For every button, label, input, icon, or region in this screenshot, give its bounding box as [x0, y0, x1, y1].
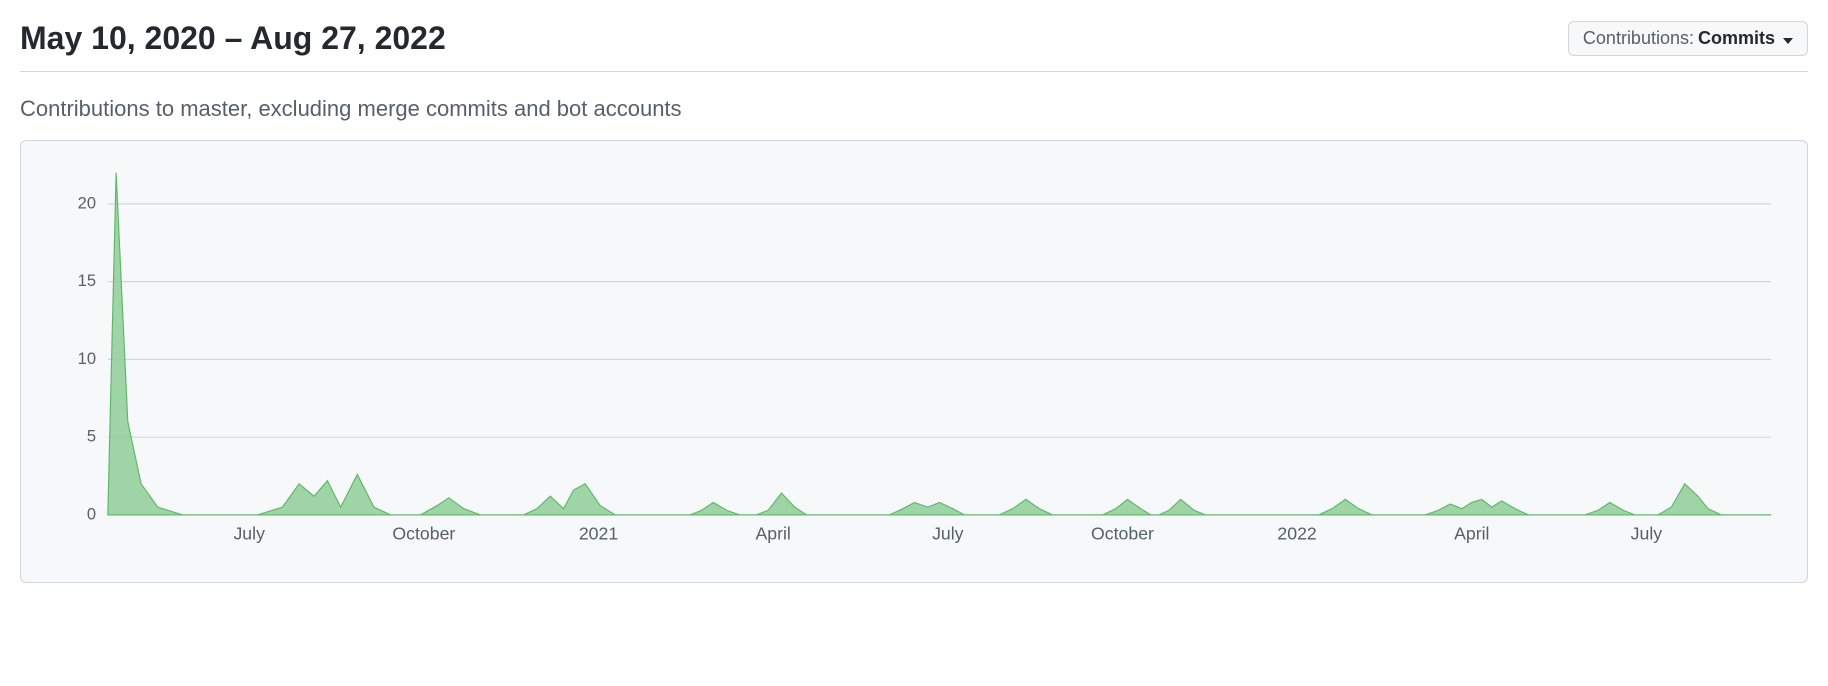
svg-text:July: July [1631, 524, 1663, 544]
svg-text:April: April [1454, 524, 1489, 544]
dropdown-value: Commits [1698, 28, 1775, 49]
svg-text:15: 15 [78, 272, 96, 290]
svg-text:October: October [1091, 524, 1154, 544]
svg-text:0: 0 [87, 505, 96, 523]
svg-text:2021: 2021 [579, 524, 618, 544]
svg-text:5: 5 [87, 428, 96, 446]
svg-text:20: 20 [78, 194, 96, 212]
svg-text:10: 10 [78, 350, 96, 368]
header-row: May 10, 2020 – Aug 27, 2022 Contribution… [20, 20, 1808, 72]
contributions-dropdown[interactable]: Contributions: Commits [1568, 21, 1808, 56]
date-range-title: May 10, 2020 – Aug 27, 2022 [20, 20, 446, 57]
dropdown-label: Contributions: [1583, 28, 1694, 49]
chart-subtitle: Contributions to master, excluding merge… [20, 96, 1808, 122]
chart-panel: 0 5 10 15 20 July October 2021 April July October… [20, 140, 1808, 583]
svg-text:July: July [233, 524, 265, 544]
svg-text:April: April [755, 524, 790, 544]
svg-text:July: July [932, 524, 964, 544]
svg-text:October: October [392, 524, 455, 544]
contributions-area-chart: 0 5 10 15 20 July October 2021 April July October… [37, 161, 1783, 562]
svg-text:2022: 2022 [1277, 524, 1316, 544]
caret-down-icon [1783, 28, 1793, 49]
